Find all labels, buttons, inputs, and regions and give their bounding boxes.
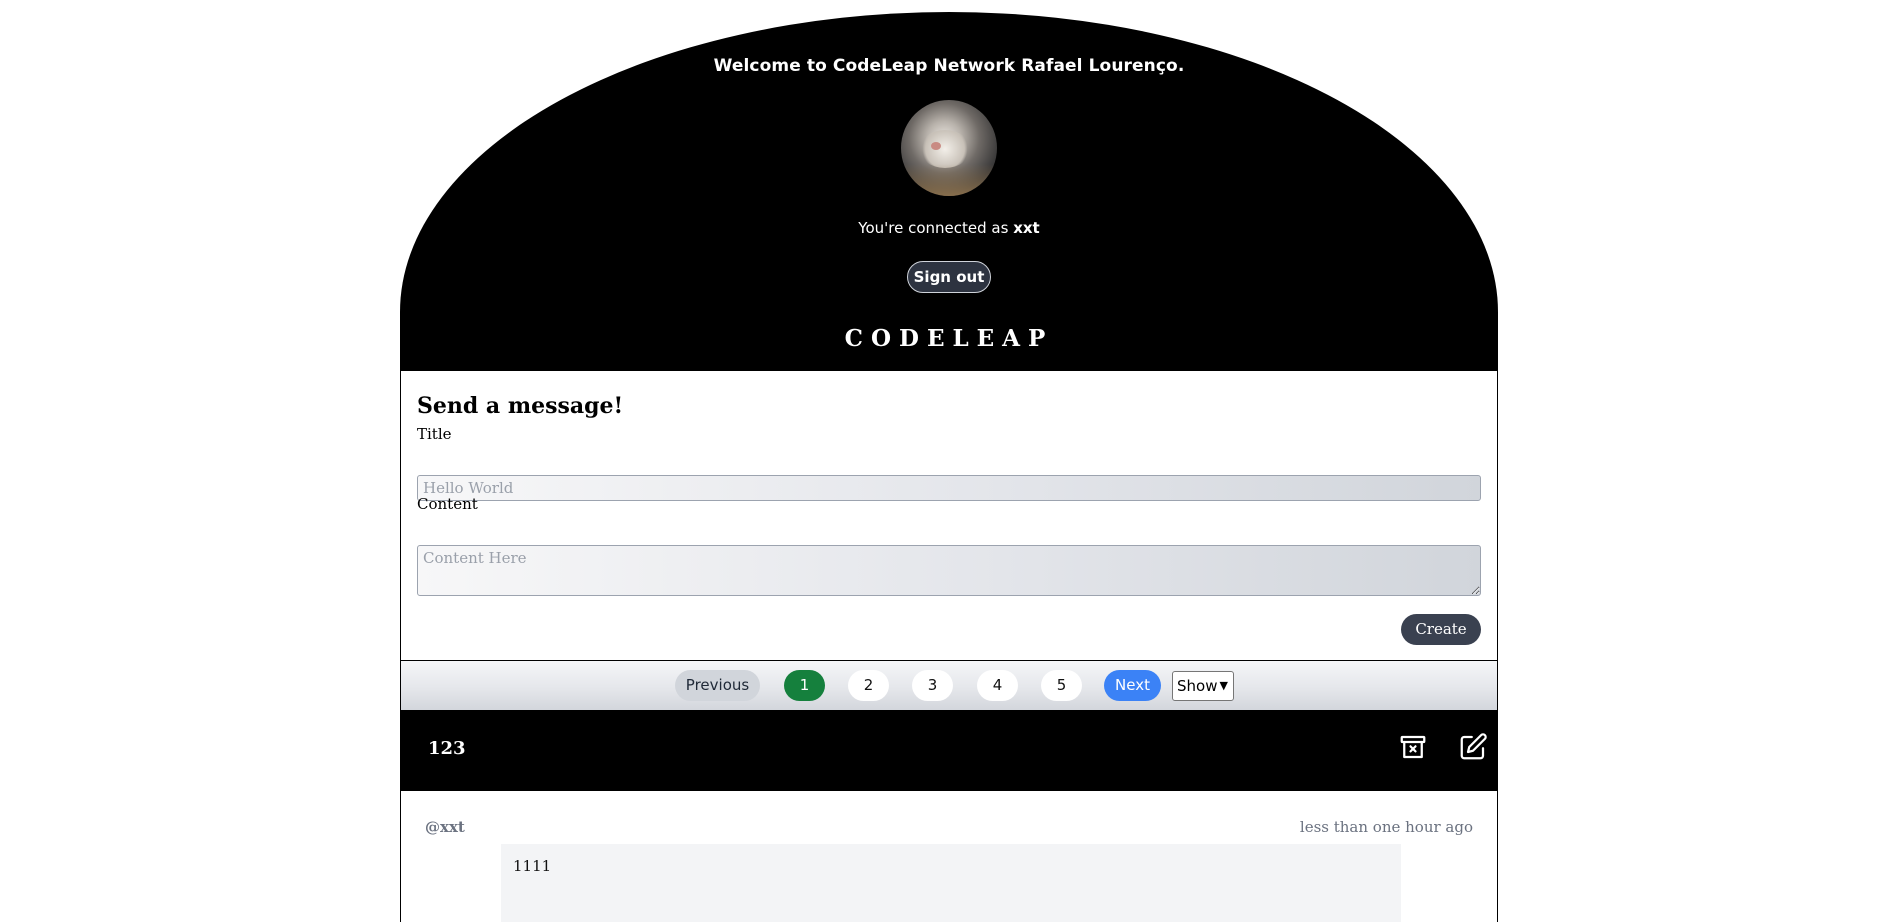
next-page-button[interactable]: Next: [1104, 670, 1161, 701]
page-button-5[interactable]: 5: [1041, 670, 1082, 701]
message-form: Send a message! Title Content Create: [400, 371, 1498, 661]
page-button-2[interactable]: 2: [848, 670, 889, 701]
show-select[interactable]: Show ▼: [1172, 671, 1234, 701]
create-button[interactable]: Create: [1401, 614, 1481, 645]
avatar-shade: [901, 164, 997, 196]
sign-out-button[interactable]: Sign out: [907, 261, 991, 293]
avatar: [901, 100, 997, 196]
title-label: Title: [417, 425, 452, 443]
connection-prefix: You're connected as: [858, 219, 1014, 237]
post-header: 123: [400, 710, 1498, 791]
content-label: Content: [417, 495, 478, 513]
title-input[interactable]: [417, 475, 1481, 501]
page-button-3[interactable]: 3: [912, 670, 953, 701]
profile-header: Welcome to CodeLeap Network Rafael Loure…: [400, 12, 1498, 371]
post-author: @xxt: [425, 818, 465, 836]
post-content-box: 1111: [501, 844, 1401, 922]
form-heading: Send a message!: [417, 393, 624, 419]
welcome-message: Welcome to CodeLeap Network Rafael Loure…: [713, 56, 1185, 76]
pagination-bar: Previous 1 2 3 4 5 Next Show ▼: [400, 661, 1498, 710]
page-button-1[interactable]: 1: [784, 670, 825, 701]
avatar-nose: [931, 142, 941, 150]
post-body: @xxt less than one hour ago 1111: [400, 791, 1498, 922]
content-textarea[interactable]: [417, 545, 1481, 596]
brand-logo-text: CODELEAP: [844, 325, 1054, 352]
avatar-fur: [919, 130, 971, 168]
previous-page-button[interactable]: Previous: [675, 670, 760, 701]
post-timestamp: less than one hour ago: [1299, 818, 1473, 836]
show-select-value: Show: [1177, 677, 1218, 695]
post-content: 1111: [513, 857, 552, 875]
post-title: 123: [428, 738, 466, 759]
chevron-down-icon: ▼: [1219, 679, 1228, 692]
app-container: Welcome to CodeLeap Network Rafael Loure…: [400, 12, 1498, 922]
connected-username: xxt: [1013, 219, 1040, 237]
archive-x-icon[interactable]: [1398, 732, 1428, 762]
connection-status: You're connected as xxt: [400, 219, 1498, 237]
page-button-4[interactable]: 4: [977, 670, 1018, 701]
edit-icon[interactable]: [1458, 732, 1488, 762]
